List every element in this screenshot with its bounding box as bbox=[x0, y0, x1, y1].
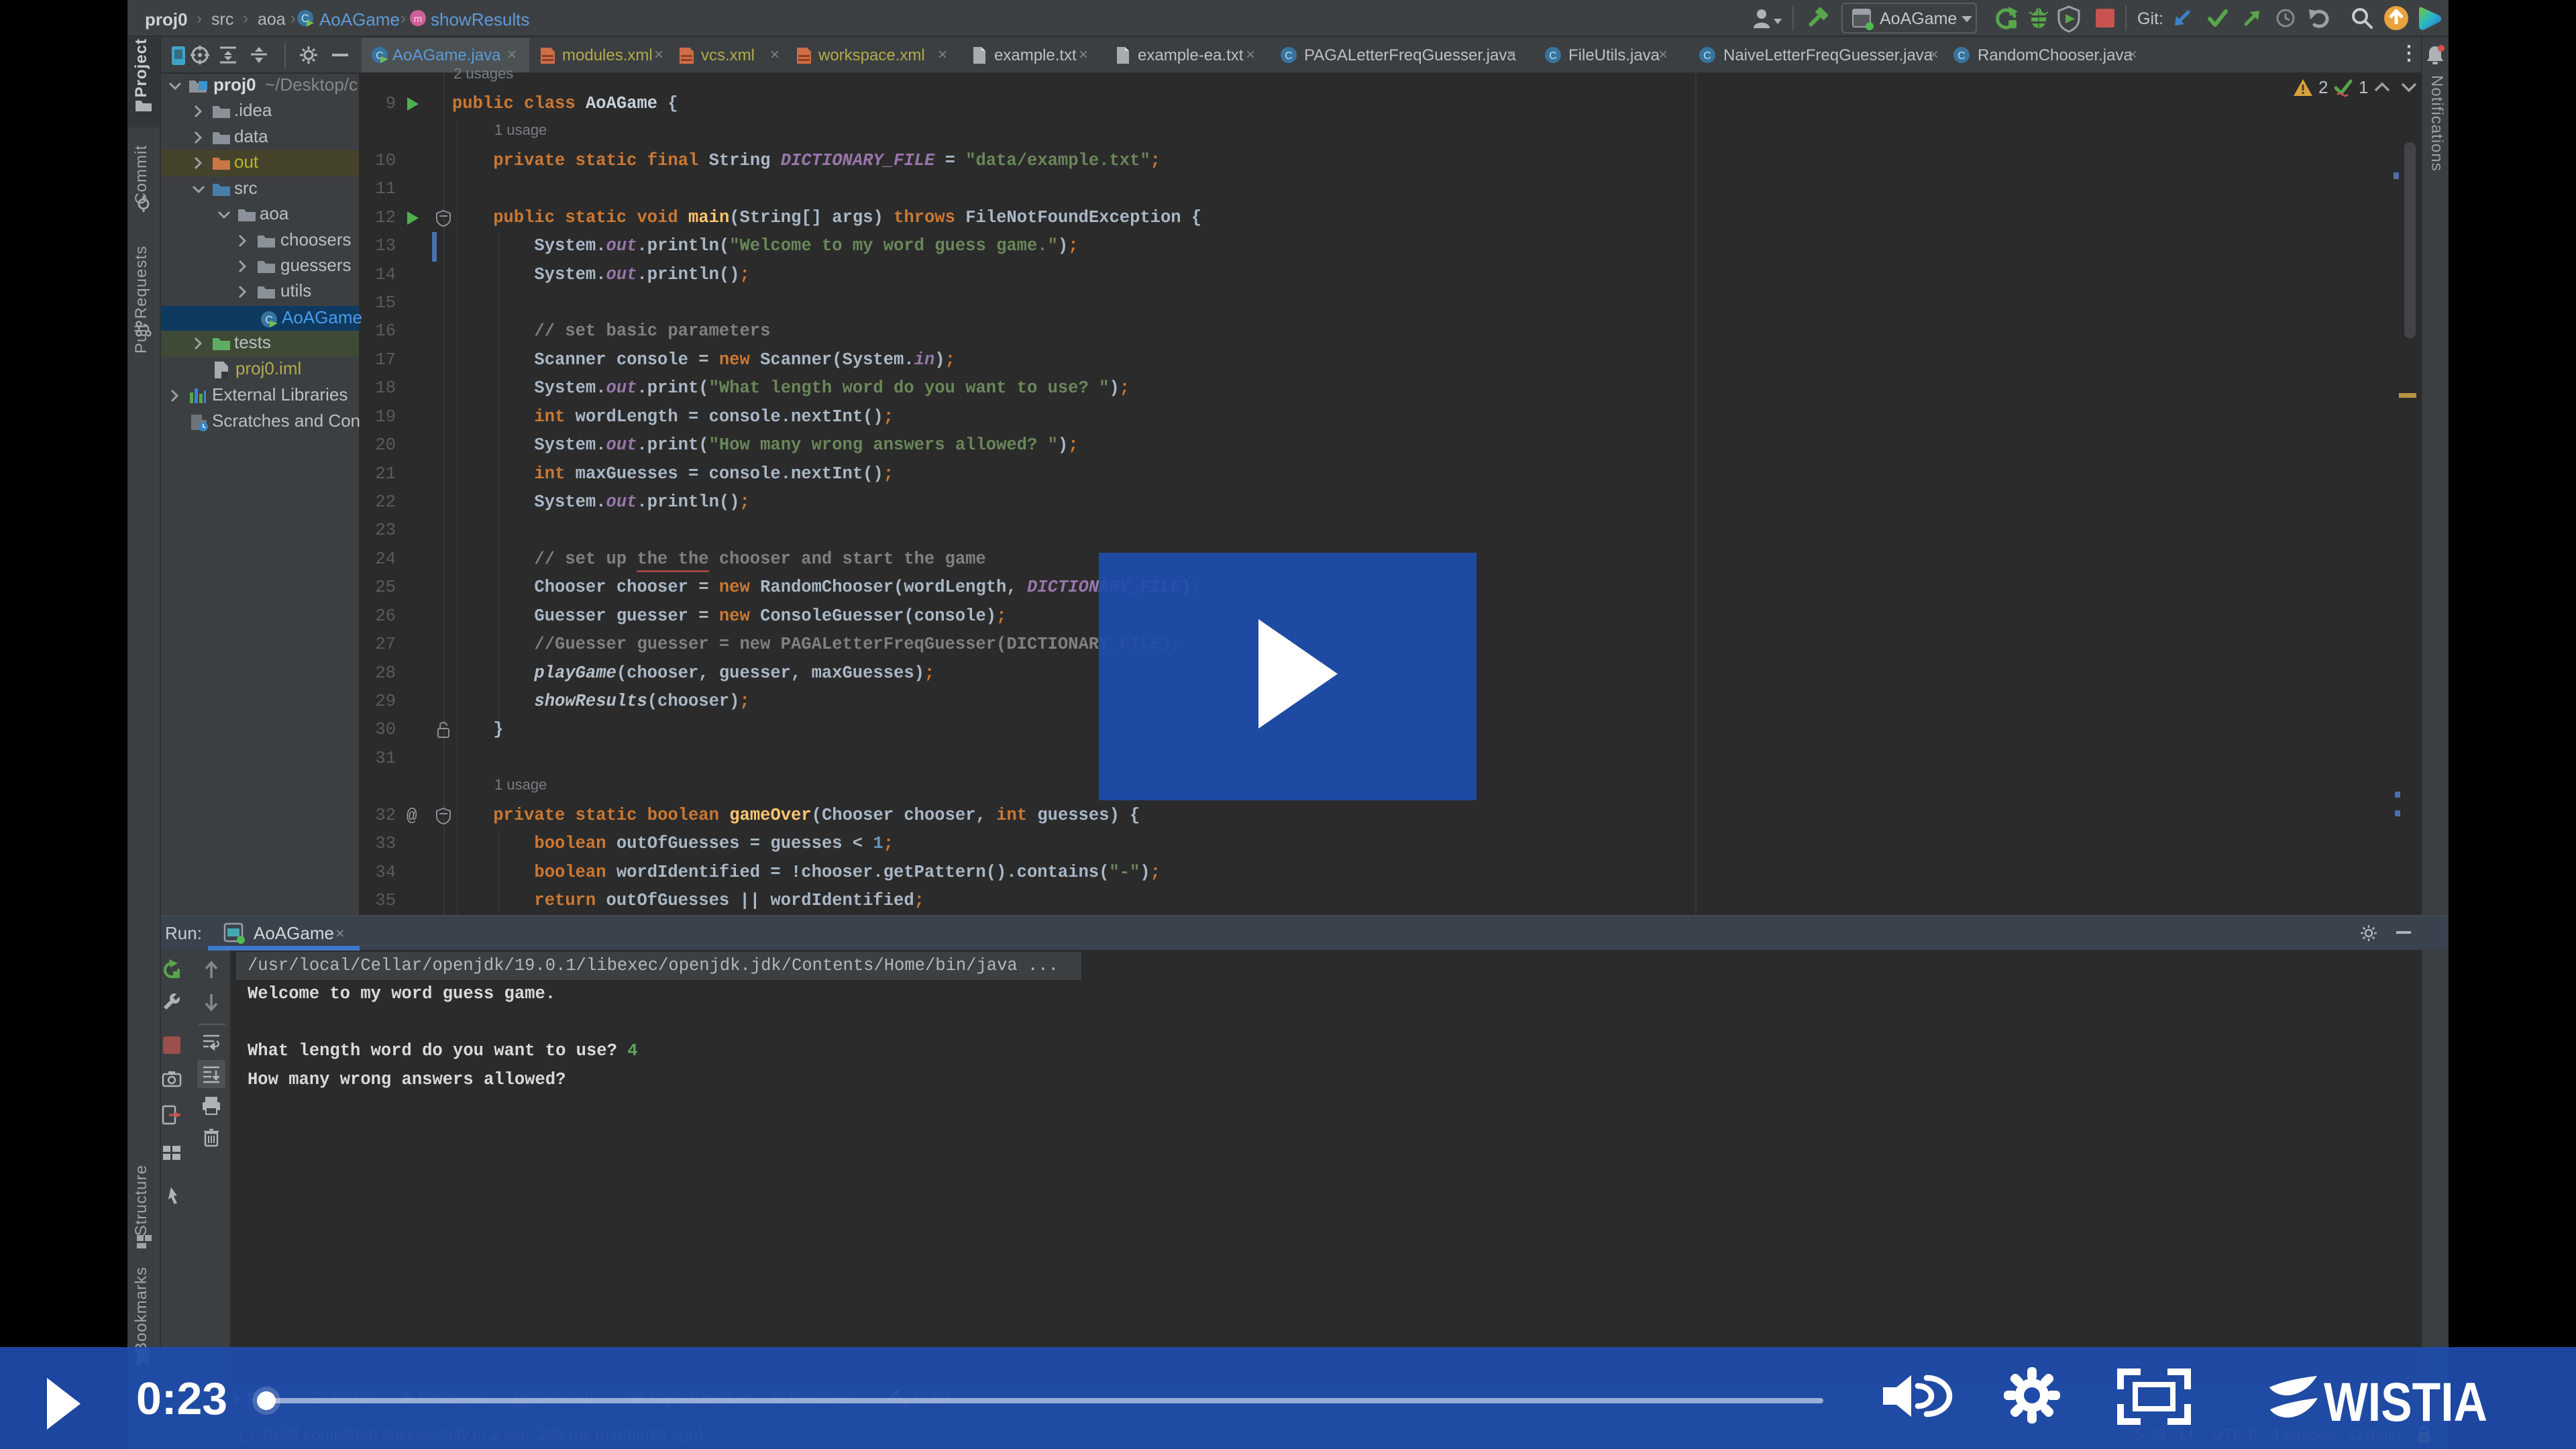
svg-text:C: C bbox=[1549, 50, 1557, 62]
svg-text:m: m bbox=[414, 13, 423, 25]
svg-text:C: C bbox=[1957, 50, 1966, 62]
svg-text:C: C bbox=[1285, 50, 1293, 62]
svg-text:C: C bbox=[1703, 50, 1711, 62]
